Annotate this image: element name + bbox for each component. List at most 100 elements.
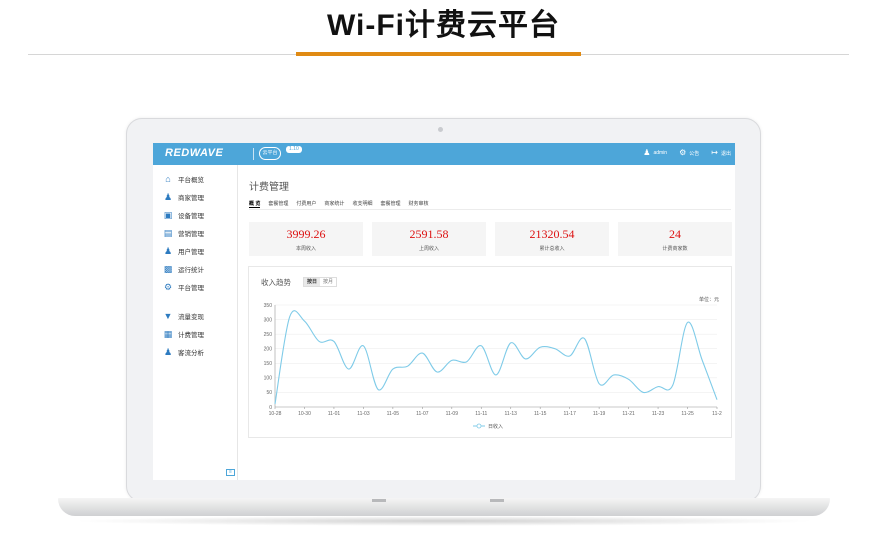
x-tick-label: 11-13 — [505, 411, 518, 417]
x-tick-label: 11-05 — [387, 411, 400, 417]
x-tick-label: 11-23 — [652, 411, 665, 417]
sidebar-item-traffic[interactable]: ♟ 客流分析 — [163, 346, 204, 358]
tab-transactions[interactable]: 收支明细 — [352, 200, 372, 208]
stat-value: 24 — [669, 227, 681, 241]
stat-value: 21320.54 — [529, 227, 575, 241]
tab-overview[interactable]: 概 览 — [249, 200, 261, 208]
sidebar-item-label: 商家管理 — [178, 195, 204, 202]
tab-merchant-stats[interactable]: 商家统计 — [324, 200, 344, 208]
x-tick-label: 11-07 — [416, 411, 429, 417]
brand-logo[interactable]: REDWAVE — [165, 147, 223, 159]
user-name: admin — [653, 150, 668, 156]
stat-card-week: 3999.26 本周收入 — [249, 222, 363, 256]
stat-label: 计费商家数 — [662, 246, 688, 252]
hero-accent-bar — [296, 52, 581, 56]
merchant-icon: ♟ — [163, 192, 173, 202]
main-content: 计费管理 概 览 套餐管理 付费用户 商家统计 收支明细 套餐管理 财务审核 3… — [239, 165, 735, 480]
stat-value: 3999.26 — [286, 227, 326, 241]
x-tick-label: 11-2 — [712, 411, 722, 417]
y-tick-label: 300 — [264, 317, 273, 323]
hero-title: Wi-Fi计费云平台 — [326, 9, 561, 42]
stat-card-merchants: 24 计费商家数 — [618, 222, 732, 256]
sidebar-item-platform[interactable]: ⚙ 平台管理 — [163, 281, 204, 293]
x-tick-label: 10-28 — [269, 411, 282, 417]
sidebar-item-users[interactable]: ♟ 用户管理 — [163, 245, 204, 257]
stat-value: 2591.58 — [409, 227, 449, 241]
tab-finance-review[interactable]: 财务审核 — [408, 200, 428, 208]
x-tick-label: 11-19 — [593, 411, 606, 417]
legend-marker — [476, 423, 482, 429]
tab-paid-users[interactable]: 付费用户 — [296, 200, 316, 208]
sidebar: ⌂ 平台概览 ♟ 商家管理 ▣ 设备管理 ▤ 营销管理 ♟ 用户管理 ▩ 运行统… — [153, 165, 238, 480]
cloud-logo-icon: 云平台 — [259, 147, 281, 160]
sidebar-item-merchants[interactable]: ♟ 商家管理 — [163, 191, 204, 203]
version-badge: 1.10 — [286, 146, 302, 153]
page-title: 计费管理 — [249, 182, 289, 193]
sidebar-item-stats[interactable]: ▩ 运行统计 — [163, 263, 204, 275]
sidebar-item-label: 计费管理 — [178, 332, 204, 339]
x-tick-label: 11-09 — [446, 411, 459, 417]
y-tick-label: 200 — [264, 347, 273, 353]
stat-card-total: 21320.54 累计总收入 — [495, 222, 609, 256]
sidebar-item-label: 运行统计 — [178, 267, 204, 274]
laptop-base — [58, 498, 830, 516]
top-bar-actions: ♟ admin ⚙ 公告 ↦ 退出 — [643, 149, 731, 157]
stat-card-last-week: 2591.58 上周收入 — [372, 222, 486, 256]
tab-bar: 概 览 套餐管理 付费用户 商家统计 收支明细 套餐管理 财务审核 — [249, 200, 428, 208]
notice-label: 公告 — [689, 150, 700, 157]
logout-button[interactable]: ↦ 退出 — [711, 149, 731, 157]
x-tick-label: 11-03 — [357, 411, 370, 417]
x-tick-label: 11-15 — [534, 411, 547, 417]
legend-label: 日收入 — [488, 423, 503, 430]
tab-package-admin[interactable]: 套餐管理 — [380, 200, 400, 208]
laptop-shadow — [70, 516, 818, 526]
bell-icon: ⚙ — [679, 148, 687, 157]
user-icon: ♟ — [643, 148, 651, 157]
user-menu[interactable]: ♟ admin — [643, 149, 667, 157]
sidebar-item-overview[interactable]: ⌂ 平台概览 — [163, 173, 204, 185]
income-line-chart: 0 50 100 150 200 250 300 350 10-28 10-30 11-01 11-0… — [264, 303, 722, 430]
bar-chart-icon: ▩ — [163, 264, 173, 274]
sidebar-item-label: 平台管理 — [178, 285, 204, 292]
laptop-hinge-right — [490, 499, 504, 502]
notice-link[interactable]: ⚙ 公告 — [679, 149, 699, 157]
laptop-hinge-left — [372, 499, 386, 502]
users-icon: ♟ — [163, 347, 173, 357]
x-tick-label: 11-25 — [681, 411, 694, 417]
sidebar-item-marketing[interactable]: ▤ 营销管理 — [163, 227, 204, 239]
y-tick-label: 50 — [266, 390, 272, 396]
y-tick-label: 350 — [264, 303, 273, 309]
funnel-icon: ▼ — [163, 311, 173, 321]
sidebar-collapse-icon[interactable]: ≡ — [226, 469, 235, 476]
gear-icon: ⚙ — [163, 282, 173, 292]
sidebar-item-label: 流量变现 — [178, 314, 204, 321]
sidebar-item-devices[interactable]: ▣ 设备管理 — [163, 209, 204, 221]
home-icon: ⌂ — [165, 174, 171, 184]
x-tick-label: 10-30 — [298, 411, 311, 417]
stat-label: 本周收入 — [295, 246, 316, 252]
top-bar: REDWAVE 云平台 1.10 ♟ admin ⚙ 公告 ↦ 退出 — [153, 143, 735, 165]
tab-packages[interactable]: 套餐管理 — [268, 200, 288, 208]
sidebar-item-label: 设备管理 — [178, 213, 204, 220]
app-screen: REDWAVE 云平台 1.10 ♟ admin ⚙ 公告 ↦ 退出 ⌂ 平台概… — [153, 143, 735, 480]
x-tick-label: 11-17 — [563, 411, 576, 417]
x-tick-label: 11-11 — [475, 411, 487, 417]
sidebar-item-label: 营销管理 — [178, 231, 204, 238]
sidebar-item-monetization[interactable]: ▼ 流量变现 — [163, 310, 204, 322]
series-line-daily-income — [274, 310, 718, 405]
stat-label: 上周收入 — [418, 246, 439, 252]
camera-icon — [438, 127, 443, 132]
logout-label: 退出 — [720, 150, 731, 157]
promo-stage: Wi-Fi计费云平台 REDWAVE 云平台 1.10 ♟ admin ⚙ 公告 — [0, 0, 887, 546]
x-tick-label: 11-01 — [328, 411, 341, 417]
stat-label: 累计总收入 — [539, 246, 565, 252]
sidebar-item-billing[interactable]: ▦ 计费管理 — [163, 328, 204, 340]
sidebar-item-label: 用户管理 — [178, 249, 204, 256]
document-icon: ▤ — [163, 228, 173, 238]
y-tick-label: 150 — [264, 361, 273, 367]
sidebar-item-label: 平台概览 — [178, 177, 204, 184]
logo-separator — [253, 148, 254, 160]
router-icon: ▣ — [163, 210, 173, 220]
tab-divider — [249, 209, 731, 210]
y-tick-label: 0 — [269, 405, 272, 411]
